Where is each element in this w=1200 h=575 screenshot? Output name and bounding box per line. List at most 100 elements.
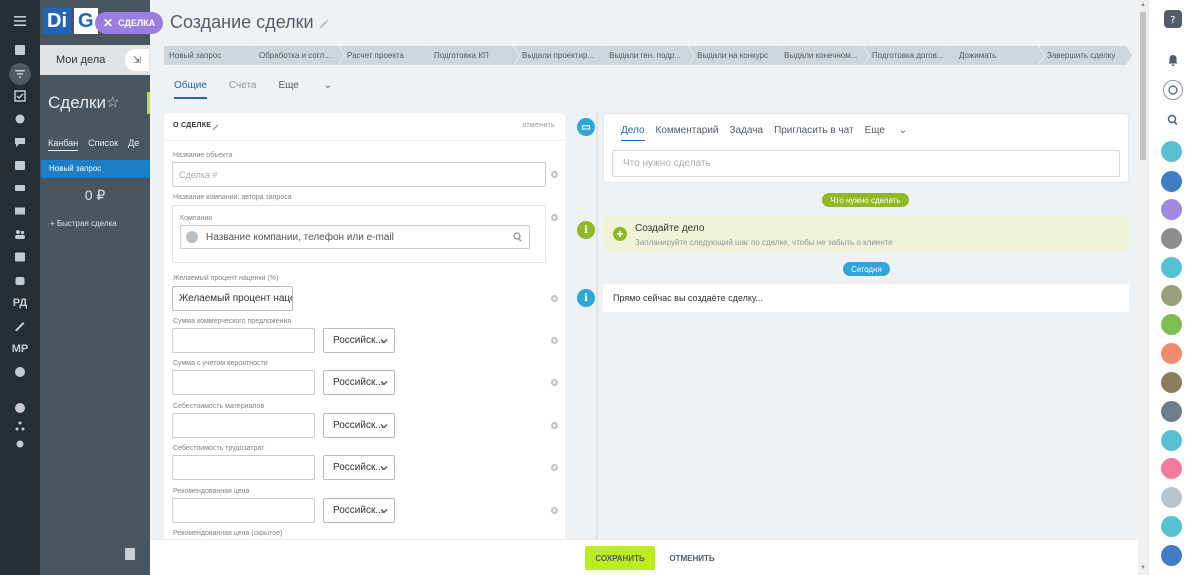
avatar[interactable] (1161, 141, 1182, 162)
plan-activity-card[interactable]: + Создайте дело Запланируйте следующий ш… (603, 216, 1129, 251)
nav-mr[interactable]: МР (0, 339, 40, 359)
help-icon[interactable] (0, 398, 40, 418)
tab-comment[interactable]: Комментарий (656, 125, 719, 141)
materials-input[interactable] (172, 413, 315, 438)
stage-item[interactable]: Выдали проектир... (514, 46, 607, 65)
expand-icon[interactable]: ⇲ (125, 49, 149, 71)
avatar[interactable] (1161, 458, 1182, 479)
stage-item[interactable]: Выдали на конкурс (689, 46, 782, 65)
slider-scrollbar[interactable]: ▲ ▼ (1138, 0, 1148, 575)
labor-currency-select[interactable]: Российск... (323, 455, 395, 480)
avatar[interactable] (1161, 285, 1182, 306)
labor-input[interactable] (172, 455, 315, 480)
tab-task[interactable]: Задача (730, 125, 764, 141)
tab-list[interactable]: Список (88, 138, 118, 151)
avatar[interactable] (1161, 343, 1182, 364)
bell-icon[interactable] (1163, 50, 1183, 70)
stage-item[interactable]: Завершить сделку (1039, 46, 1132, 65)
recommended-currency-select[interactable]: Российск... (323, 498, 395, 523)
recommended-input[interactable] (172, 498, 315, 523)
menu-icon[interactable] (0, 11, 40, 31)
tab-kanban[interactable]: Канбан (48, 138, 79, 151)
field-gear-icon[interactable] (550, 294, 559, 303)
tab-editor-more[interactable]: Еще ⌄ (865, 125, 919, 141)
search-icon[interactable] (1163, 110, 1183, 130)
cancel-button[interactable]: ОТМЕНИТЬ (662, 546, 722, 570)
stage-item[interactable]: Расчет проекта (339, 46, 432, 65)
stage-item[interactable]: Дожимать (951, 46, 1044, 65)
prob-sum-input[interactable] (172, 370, 315, 395)
sign-icon[interactable] (0, 316, 40, 336)
more-down-icon[interactable] (0, 362, 40, 382)
edit-section-pencil-icon[interactable] (212, 122, 220, 130)
prob-currency-select[interactable]: Российск... (323, 370, 395, 395)
field-gear-icon[interactable] (550, 378, 559, 387)
tab-activity[interactable]: Дело (621, 125, 645, 141)
scroll-down-icon[interactable]: ▼ (1139, 565, 1147, 573)
edit-title-pencil-icon[interactable] (319, 18, 329, 28)
chat-icon[interactable] (0, 132, 40, 152)
avatar[interactable] (1161, 314, 1182, 335)
avatar[interactable] (1161, 516, 1182, 537)
crm-icon[interactable] (0, 109, 40, 129)
company-search-input[interactable]: Название компании, телефон или e-mail (180, 225, 530, 249)
avatar[interactable] (1161, 228, 1182, 249)
field-gear-icon[interactable] (550, 463, 559, 472)
tab-invoices[interactable]: Счета (229, 80, 257, 99)
close-icon[interactable]: ✕ (103, 16, 113, 30)
save-button[interactable]: СОХРАНИТЬ (585, 546, 655, 570)
stage-item[interactable]: Подготовка догов... (864, 46, 957, 65)
markup-input[interactable]: Желаемый процент наце (172, 286, 293, 311)
avatar[interactable] (1161, 401, 1182, 422)
stage-item[interactable]: Обработка и согл... (251, 46, 344, 65)
tab-invite-chat[interactable]: Пригласить в чат (774, 125, 854, 141)
field-gear-icon[interactable] (550, 421, 559, 430)
avatar[interactable] (1161, 430, 1182, 451)
kanban-stage[interactable]: Новый запрос (41, 160, 150, 178)
field-gear-icon[interactable] (550, 336, 559, 345)
tab-more[interactable]: Еще ⌄ (278, 80, 354, 99)
contacts-icon[interactable] (0, 247, 40, 267)
avatar[interactable] (1161, 372, 1182, 393)
filter-icon[interactable] (9, 63, 31, 85)
tab-other[interactable]: Де (128, 138, 139, 151)
avatar[interactable] (1161, 257, 1182, 278)
messenger-icon[interactable] (1163, 80, 1183, 100)
my-day-bar[interactable]: Мои дела ⇲ (40, 45, 150, 75)
star-icon[interactable]: ☆ (106, 93, 119, 111)
drive-icon[interactable] (0, 178, 40, 198)
field-gear-icon[interactable] (550, 213, 559, 222)
employees-icon[interactable] (0, 224, 40, 244)
settings-gear-icon[interactable] (0, 434, 40, 454)
avatar[interactable] (1161, 487, 1182, 508)
stage-item[interactable]: Выдали ген. подр... (601, 46, 694, 65)
structure-icon[interactable] (0, 416, 40, 436)
field-gear-icon[interactable] (550, 506, 559, 515)
object-name-input[interactable]: Сделка # (172, 162, 546, 187)
mail-icon[interactable] (0, 201, 40, 221)
avatar[interactable] (1161, 199, 1182, 220)
slider-close-chip[interactable]: ✕ СДЕЛКА (95, 12, 164, 34)
scroll-thumb[interactable] (1140, 12, 1146, 160)
materials-currency-select[interactable]: Российск... (323, 413, 395, 438)
scroll-up-icon[interactable]: ▲ (1139, 2, 1147, 10)
offer-currency-select[interactable]: Российск... (323, 328, 395, 353)
stage-item[interactable]: Новый запрос (164, 46, 257, 65)
help-icon[interactable]: ? (1164, 10, 1182, 28)
news-icon[interactable] (0, 40, 40, 60)
stage-item[interactable]: Подготовка КП (426, 46, 519, 65)
avatar[interactable] (1161, 171, 1182, 192)
robot-icon[interactable] (0, 270, 40, 290)
activity-input[interactable]: Что нужно сделать (612, 150, 1120, 177)
search-icon[interactable] (513, 232, 523, 242)
tasks-icon[interactable] (0, 86, 40, 106)
section-cancel-link[interactable]: отменить (522, 122, 555, 129)
calendar-icon[interactable] (0, 155, 40, 175)
avatar[interactable] (1161, 545, 1182, 566)
trash-icon[interactable] (125, 548, 135, 560)
tab-general[interactable]: Общие (174, 80, 207, 99)
stage-item[interactable]: Выдали конечном... (776, 46, 869, 65)
field-gear-icon[interactable] (550, 170, 559, 179)
nav-rd[interactable]: РД (0, 293, 40, 313)
plus-icon[interactable]: + (613, 227, 627, 241)
